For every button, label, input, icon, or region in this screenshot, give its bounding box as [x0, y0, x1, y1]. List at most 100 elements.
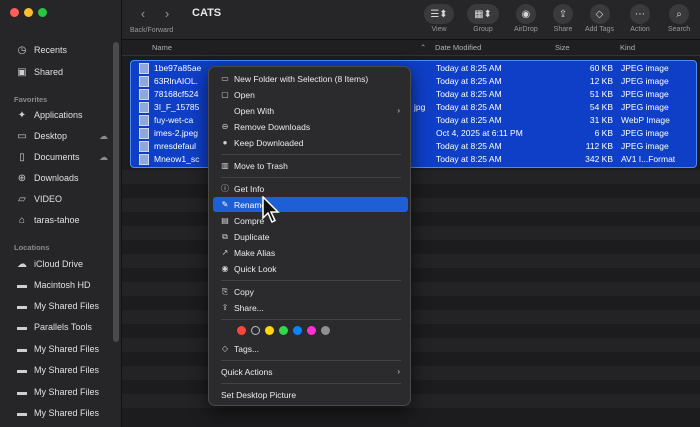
menu-item-label: Quick Look	[234, 263, 277, 274]
tag-pink[interactable]	[307, 326, 316, 335]
back-button[interactable]: ‹	[132, 4, 154, 22]
menu-item-open[interactable]: ▢ Open	[213, 87, 408, 102]
close-window-button[interactable]	[10, 8, 19, 17]
menu-item-duplicate[interactable]: ⧉ Duplicate	[213, 229, 408, 244]
search-icon: ⌕	[669, 4, 690, 24]
tag-gray[interactable]	[321, 326, 330, 335]
image-file-icon	[139, 89, 149, 100]
sidebar-item-desktop[interactable]: ▭ Desktop ☁	[16, 127, 116, 145]
menu-item-label: Make Alias	[234, 247, 276, 258]
search-button[interactable]: ⌕ Search	[668, 4, 690, 33]
column-date-modified[interactable]: Date Modified	[435, 43, 481, 52]
tag-icon: ◇	[221, 344, 229, 353]
menu-item-make-alias[interactable]: ↗ Make Alias	[213, 245, 408, 260]
menu-item-compress[interactable]: ▤ Compre	[213, 213, 408, 228]
download-icon: ⊕	[17, 172, 27, 184]
sidebar-item-video[interactable]: ▱ VIDEO	[16, 190, 116, 208]
cloud-icon: ☁	[99, 130, 108, 141]
file-name: Mneow1_sc	[154, 154, 200, 164]
file-date: Today at 8:25 AM	[436, 154, 502, 164]
image-file-icon	[139, 102, 149, 113]
sidebar-item-shared-files[interactable]: ▬ My Shared Files	[16, 361, 116, 379]
menu-item-move-to-trash[interactable]: ▥ Move to Trash	[213, 158, 408, 173]
airdrop-button[interactable]: ◉ AirDrop	[514, 4, 538, 33]
sidebar: ◷ Recents ▣ Shared Favorites ✦ Applicati…	[0, 0, 122, 427]
menu-item-tags[interactable]: ◇ Tags...	[213, 341, 408, 356]
sidebar-item-label: Desktop	[34, 131, 68, 141]
sidebar-item-label: My Shared Files	[34, 344, 100, 354]
shared-folder-icon: ▣	[17, 66, 27, 78]
column-size[interactable]: Size	[555, 43, 570, 52]
tag-red[interactable]	[237, 326, 246, 335]
sidebar-item-shared-files[interactable]: ▬ My Shared Files	[16, 340, 116, 358]
sidebar-item-home[interactable]: ⌂ taras-tahoe	[16, 211, 116, 229]
open-icon: ▢	[221, 90, 229, 99]
sidebar-item-icloud-drive[interactable]: ☁ iCloud Drive	[16, 255, 116, 273]
menu-item-copy[interactable]: ⎘ Copy	[213, 284, 408, 299]
file-date: Today at 8:25 AM	[436, 63, 502, 73]
sidebar-item-downloads[interactable]: ⊕ Downloads	[16, 169, 116, 187]
sidebar-item-label: My Shared Files	[34, 387, 100, 397]
file-name: 1be97a85ae	[154, 63, 202, 73]
image-file-icon	[139, 128, 149, 139]
menu-item-new-folder-with-selection[interactable]: ▭ New Folder with Selection (8 Items)	[213, 71, 408, 86]
sidebar-item-label: Recents	[34, 45, 68, 55]
file-size: 31 KB	[589, 115, 613, 125]
view-button[interactable]: ☰⬍ View	[424, 4, 454, 33]
file-kind: JPEG image	[621, 102, 669, 112]
file-name: mresdefaul	[154, 141, 197, 151]
menu-item-open-with[interactable]: Open With ›	[213, 103, 408, 118]
file-name-suffix: jpg	[414, 102, 426, 112]
menu-item-remove-downloads[interactable]: ⊖ Remove Downloads	[213, 119, 408, 134]
share-button[interactable]: ⇪ Share	[553, 4, 573, 33]
tag-none[interactable]	[251, 326, 260, 335]
file-name: 3I_F_15785	[154, 102, 200, 112]
menu-item-label: Open	[234, 89, 255, 100]
menu-item-label: Duplicate	[234, 231, 270, 242]
disk-icon: ▬	[17, 343, 27, 355]
zoom-window-button[interactable]	[38, 8, 47, 17]
column-name[interactable]: Name	[152, 43, 172, 52]
tag-blue[interactable]	[293, 326, 302, 335]
disk-icon: ▬	[17, 300, 27, 312]
sidebar-item-label: VIDEO	[34, 194, 63, 204]
menu-item-get-info[interactable]: ⓘ Get Info	[213, 181, 408, 196]
sidebar-item-shared-files[interactable]: ▬ My Shared Files	[16, 404, 116, 422]
group-button[interactable]: ▦⬍ Group	[467, 4, 499, 33]
menu-item-quick-actions[interactable]: Quick Actions ›	[213, 364, 408, 379]
tag-yellow[interactable]	[265, 326, 274, 335]
sidebar-item-parallels-tools[interactable]: ▬ Parallels Tools	[16, 318, 116, 336]
file-size: 6 KB	[594, 128, 613, 138]
sidebar-item-shared-files[interactable]: ▬ My Shared Files	[16, 383, 116, 401]
file-date: Today at 8:25 AM	[436, 141, 502, 151]
sidebar-item-documents[interactable]: ▯ Documents ☁	[16, 148, 116, 166]
column-kind[interactable]: Kind	[620, 43, 635, 52]
duplicate-icon: ⧉	[222, 231, 228, 241]
image-file-icon	[139, 115, 149, 126]
menu-item-rename[interactable]: ✎ Rename	[213, 197, 408, 212]
menu-item-set-desktop-picture[interactable]: Set Desktop Picture	[213, 387, 408, 402]
disk-icon: ▬	[17, 386, 27, 398]
forward-button[interactable]: ›	[156, 4, 178, 22]
sidebar-item-label: My Shared Files	[34, 301, 100, 311]
menu-item-share[interactable]: ⇪ Share...	[213, 300, 408, 315]
menu-item-quick-look[interactable]: ◉ Quick Look	[213, 261, 408, 276]
menu-item-keep-downloaded[interactable]: ● Keep Downloaded	[213, 135, 408, 150]
sidebar-scrollbar[interactable]	[113, 42, 119, 342]
add-tags-button[interactable]: ◇ Add Tags	[585, 4, 614, 33]
sidebar-item-recents[interactable]: ◷ Recents	[16, 41, 116, 59]
tag-green[interactable]	[279, 326, 288, 335]
trash-icon: ▥	[221, 161, 229, 170]
sidebar-item-shared-files[interactable]: ▬ My Shared Files	[16, 297, 116, 315]
minimize-window-button[interactable]	[24, 8, 33, 17]
sidebar-item-applications[interactable]: ✦ Applications	[16, 106, 116, 124]
alias-icon: ↗	[221, 248, 229, 257]
sort-chevron-icon: ⌃	[420, 43, 427, 52]
sidebar-item-shared[interactable]: ▣ Shared	[16, 63, 116, 81]
sidebar-item-macintosh-hd[interactable]: ▬ Macintosh HD	[16, 276, 116, 294]
menu-item-label: Remove Downloads	[234, 121, 311, 132]
menu-item-label: Move to Trash	[234, 160, 288, 171]
menu-separator	[221, 154, 401, 155]
action-button[interactable]: ⋯ Action	[630, 4, 650, 33]
group-icon: ▦⬍	[467, 4, 499, 24]
